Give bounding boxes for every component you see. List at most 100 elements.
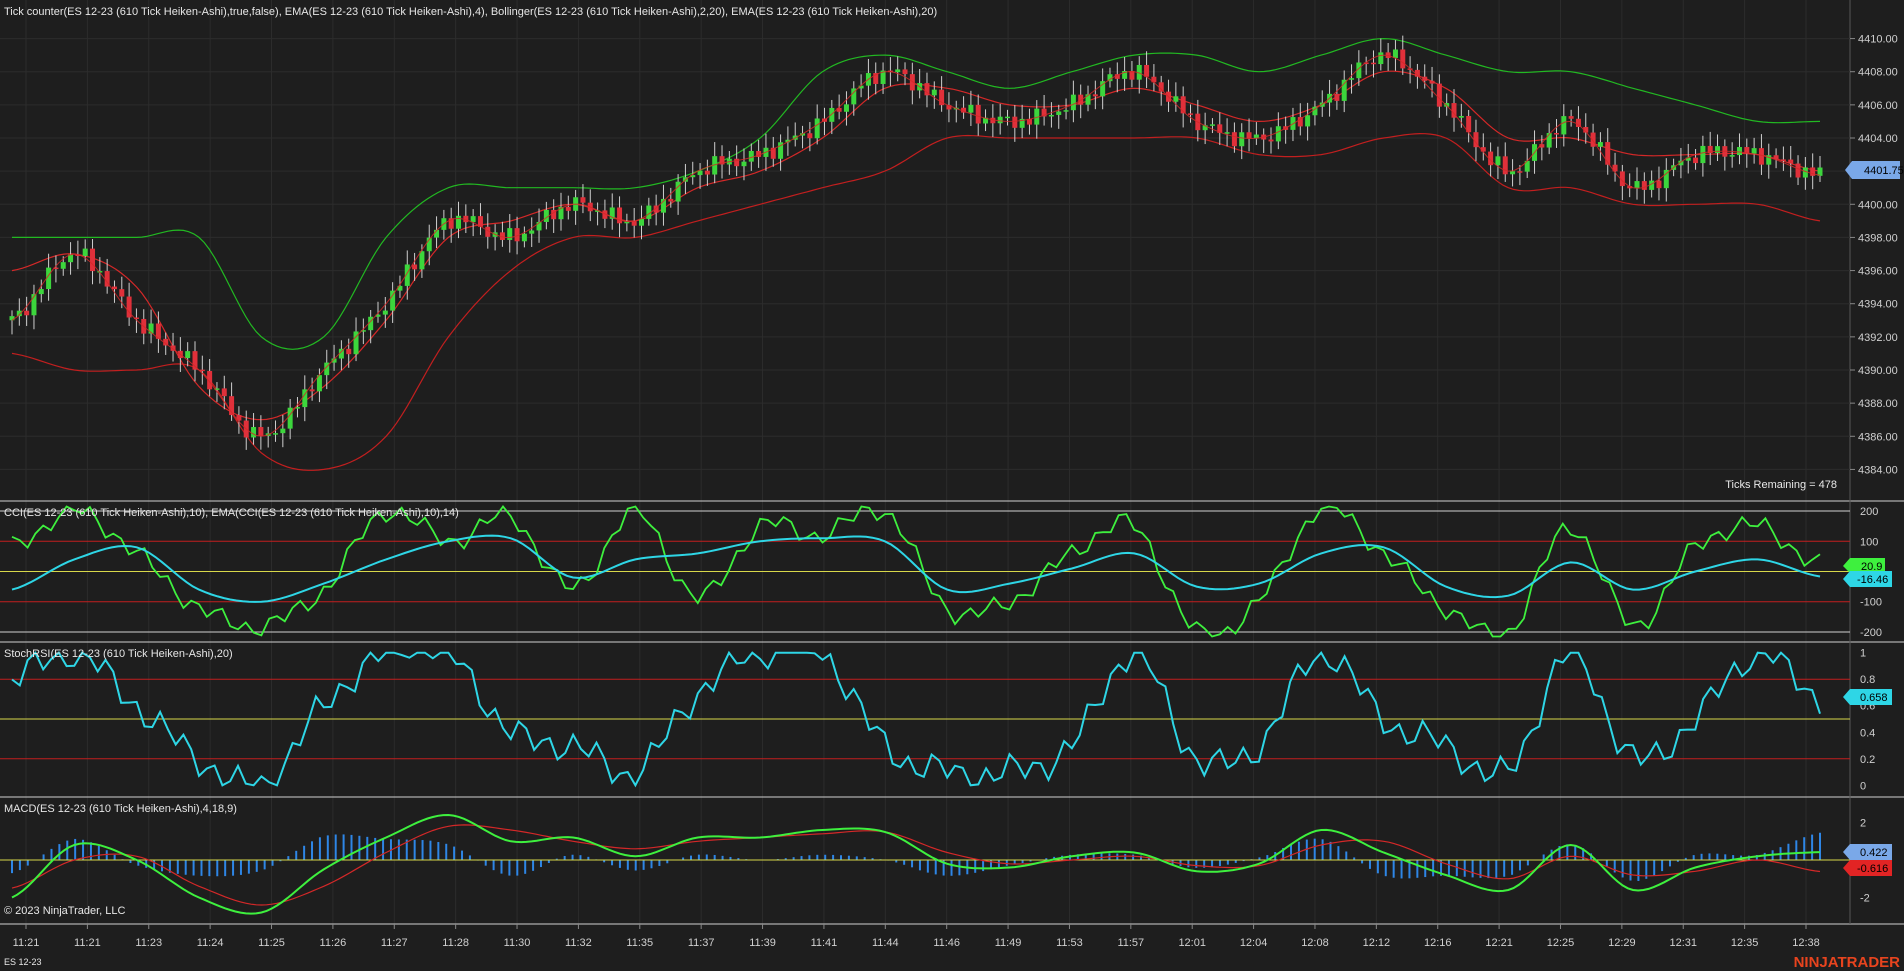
stochrsi-tick-label: 1 [1860, 648, 1866, 660]
candle-body [1187, 113, 1193, 115]
ticks-remaining-label: Ticks Remaining = 478 [1725, 479, 1837, 491]
candle-body [997, 116, 1003, 124]
candle-body [24, 310, 30, 316]
candle-body [1334, 93, 1340, 101]
candle-body [565, 206, 571, 211]
candle-body [1056, 111, 1062, 115]
candle-body [931, 89, 937, 96]
stochrsi-tick-label: 0.4 [1860, 727, 1875, 739]
time-tick-label: 12:38 [1792, 937, 1820, 949]
candle-body [419, 251, 425, 270]
price-tick-label: 4404.00 [1858, 133, 1898, 145]
price-tick-label: 4394.00 [1858, 299, 1898, 311]
price-tick-label: 4392.00 [1858, 332, 1898, 344]
price-tick-label: 4406.00 [1858, 100, 1898, 112]
candle-body [82, 248, 88, 256]
candle-body [111, 286, 117, 290]
candle-body [185, 351, 191, 359]
candle-body [1231, 132, 1237, 147]
candle-body [1239, 132, 1245, 147]
stochrsi-tick-label: 0.2 [1860, 754, 1875, 766]
stochrsi-panel-title: StochRSI(ES 12-23 (610 Tick Heiken-Ashi)… [4, 648, 233, 660]
cci-panel-title: CCI(ES 12-23 (610 Tick Heiken-Ashi),10),… [4, 507, 459, 519]
price-tick-label: 4408.00 [1858, 67, 1898, 79]
candle-body [748, 150, 754, 162]
candle-body [470, 216, 476, 223]
cci-tick-label: -100 [1860, 597, 1882, 609]
macd-value-tags: 0.422 -0.616 [1843, 844, 1892, 876]
time-tick-label: 11:21 [74, 937, 101, 949]
time-tick-label: 11:37 [688, 937, 715, 949]
stochrsi-last-value: 0.658 [1860, 692, 1888, 704]
candle-body [309, 389, 315, 392]
candle-body [807, 133, 813, 139]
candle-body [1502, 156, 1508, 175]
candle-body [741, 161, 747, 167]
time-tick-label: 11:27 [381, 937, 408, 949]
candle-body [1173, 96, 1179, 102]
cci-value-tags: 20.9 -16.46 [1843, 558, 1892, 587]
macd-signal-last-value: -0.616 [1857, 863, 1888, 875]
candle-body [1795, 163, 1801, 178]
candle-body [1268, 139, 1274, 142]
candle-body [580, 197, 586, 203]
time-tick-label: 11:26 [320, 937, 347, 949]
chart-canvas[interactable]: Tick counter(ES 12-23 (610 Tick Heiken-A… [0, 0, 1904, 971]
candle-body [1568, 116, 1574, 119]
candle-body [975, 104, 981, 124]
stochrsi-tick-label: 0 [1860, 780, 1866, 792]
candle-body [1349, 78, 1355, 80]
candle-body [1429, 80, 1435, 84]
time-tick-label: 12:08 [1301, 937, 1329, 949]
candle-body [287, 407, 293, 429]
time-tick-label: 11:23 [135, 937, 162, 949]
price-panel-title: Tick counter(ES 12-23 (610 Tick Heiken-A… [4, 6, 937, 18]
time-tick-label: 12:21 [1485, 937, 1513, 949]
candle-body [280, 428, 286, 434]
candle-body [1092, 94, 1098, 97]
candle-body [1063, 110, 1069, 112]
candle-body [1422, 76, 1428, 81]
candle-body [1780, 159, 1786, 161]
time-tick-label: 12:29 [1608, 937, 1636, 949]
candle-body [814, 118, 820, 139]
candle-body [1012, 116, 1018, 128]
candle-body [258, 427, 264, 436]
candle-body [1370, 62, 1376, 65]
candle-body [829, 107, 835, 122]
candle-body [639, 218, 645, 226]
candle-body [1048, 114, 1054, 117]
cci-ema-last-value: -16.46 [1857, 574, 1888, 586]
candle-body [412, 264, 418, 270]
candle-body [1400, 49, 1406, 69]
candle-body [1129, 70, 1135, 80]
macd-last-value: 0.422 [1860, 847, 1888, 859]
candle-body [1561, 116, 1567, 135]
time-tick-label: 12:25 [1547, 937, 1575, 949]
candle-body [529, 230, 535, 234]
instrument-label: ES 12-23 [4, 957, 42, 967]
candle-body [1305, 115, 1311, 127]
candle-body [1788, 159, 1794, 164]
time-tick-label: 11:24 [197, 937, 224, 949]
price-tick-label: 4396.00 [1858, 266, 1898, 278]
candle-body [1070, 94, 1076, 111]
candle-body [1144, 64, 1150, 77]
candle-body [902, 69, 908, 75]
candle-body [1758, 148, 1764, 165]
ninjatrader-logo: NINJATRADER [1794, 954, 1901, 971]
candle-body [1246, 132, 1252, 139]
candle-body [119, 289, 125, 297]
time-tick-label: 12:04 [1240, 937, 1268, 949]
candle-body [1751, 148, 1757, 154]
candle-body [521, 233, 527, 242]
candle-body [382, 310, 388, 315]
candle-body [1590, 132, 1596, 147]
candle-body [1224, 132, 1230, 134]
candle-body [895, 69, 901, 73]
candle-body [1715, 146, 1721, 154]
time-tick-label: 11:21 [13, 937, 40, 949]
time-tick-label: 11:39 [749, 937, 776, 949]
candle-body [1392, 49, 1398, 58]
candle-body [1641, 181, 1647, 190]
